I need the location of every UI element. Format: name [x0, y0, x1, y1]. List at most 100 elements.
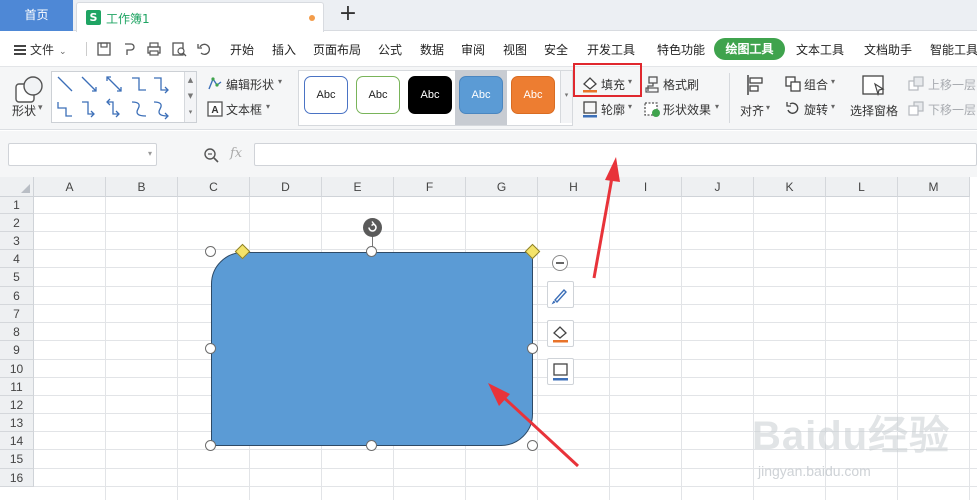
style-sample-3[interactable]: Abc — [408, 76, 452, 114]
column-header[interactable]: D — [250, 177, 322, 197]
column-header[interactable]: C — [178, 177, 250, 197]
selection-pane-button[interactable]: 选择窗格 — [850, 102, 898, 119]
gallery-scrollbar[interactable]: ▲ ▼ ▾ — [184, 72, 196, 122]
column-header[interactable]: F — [394, 177, 466, 197]
row-header[interactable]: 8 — [0, 323, 34, 341]
scroll-up-icon[interactable]: ▲ — [185, 72, 196, 88]
shape-effects-button[interactable]: 形状效果 — [663, 101, 711, 118]
align-icon[interactable] — [744, 73, 768, 97]
edit-shape-icon[interactable] — [206, 75, 224, 93]
gallery-more-icon[interactable]: ▾ — [185, 104, 196, 120]
send-backward-icon[interactable] — [907, 100, 925, 118]
menu-smart-tools[interactable]: 智能工具 — [930, 41, 977, 58]
chevron-down-icon[interactable]: ▾ — [831, 102, 835, 111]
menu-drawing-tools[interactable]: 绘图工具 — [714, 38, 785, 60]
column-header[interactable]: B — [106, 177, 178, 197]
style-sample-1[interactable]: Abc — [304, 76, 348, 114]
format-painter-icon[interactable] — [643, 75, 661, 93]
style-gallery-scrollbar[interactable]: ▾ — [560, 71, 572, 123]
resize-handle-bottom-right[interactable] — [527, 440, 538, 451]
line-gallery[interactable]: ▲ ▼ ▾ — [51, 71, 197, 123]
send-backward-button[interactable]: 下移一层 — [928, 101, 976, 118]
menu-developer[interactable]: 开发工具 — [587, 41, 635, 58]
tab-workbook[interactable]: S 工作簿1 — [76, 2, 324, 32]
text-box-icon[interactable]: A — [206, 100, 224, 118]
row-header[interactable]: 11 — [0, 378, 34, 396]
rounded-rectangle-shape[interactable] — [211, 252, 533, 446]
tab-home[interactable]: 首页 — [0, 0, 73, 31]
menu-home[interactable]: 开始 — [230, 41, 254, 58]
chevron-down-icon[interactable]: ▾ — [266, 102, 270, 111]
style-sample-2[interactable]: Abc — [356, 76, 400, 114]
style-sample-5[interactable]: Abc — [511, 76, 555, 114]
shapes-button-label[interactable]: 形状 — [12, 102, 36, 119]
row-header[interactable]: 9 — [0, 341, 34, 360]
column-header[interactable]: H — [538, 177, 610, 197]
style-gallery-more-icon[interactable]: ▾ — [561, 87, 572, 103]
menu-security[interactable]: 安全 — [544, 41, 568, 58]
style-sample-4[interactable]: Abc — [459, 76, 503, 114]
file-menu[interactable]: 文件 ⌄ — [14, 41, 67, 57]
group-button[interactable]: 组合 — [804, 76, 828, 93]
menu-view[interactable]: 视图 — [503, 41, 527, 58]
formula-input[interactable] — [254, 143, 977, 166]
column-header[interactable]: J — [682, 177, 754, 197]
shape-style-button[interactable] — [547, 281, 574, 308]
new-tab-button[interactable]: + — [336, 3, 360, 27]
chevron-down-icon[interactable]: ▾ — [766, 103, 770, 112]
shape-outline-button[interactable] — [547, 358, 574, 385]
save-icon[interactable] — [96, 41, 112, 57]
chevron-down-icon[interactable]: ▾ — [628, 102, 632, 111]
edit-shape-button[interactable]: 编辑形状 — [226, 76, 274, 93]
chevron-down-icon[interactable]: ▾ — [38, 103, 43, 113]
column-header[interactable]: G — [466, 177, 538, 197]
print-preview-icon[interactable] — [171, 41, 187, 57]
select-all-corner[interactable] — [0, 177, 34, 197]
shapes-icon[interactable] — [14, 75, 44, 105]
row-header[interactable]: 4 — [0, 250, 34, 268]
menu-text-tools[interactable]: 文本工具 — [796, 41, 844, 58]
menu-insert[interactable]: 插入 — [272, 41, 296, 58]
row-header[interactable]: 6 — [0, 287, 34, 305]
shape-fill-button[interactable] — [547, 320, 574, 347]
row-header[interactable]: 14 — [0, 432, 34, 450]
rotate-handle-icon[interactable] — [363, 218, 382, 237]
chevron-down-icon[interactable]: ▾ — [148, 149, 152, 158]
menu-data[interactable]: 数据 — [420, 41, 444, 58]
zoom-search-icon[interactable] — [203, 147, 219, 163]
name-box[interactable]: ▾ — [8, 143, 157, 166]
collapse-toolbar-icon[interactable] — [552, 255, 568, 271]
chevron-down-icon[interactable]: ▾ — [715, 102, 719, 111]
undo-icon[interactable] — [196, 41, 212, 57]
shape-effects-icon[interactable] — [643, 100, 661, 118]
group-icon[interactable] — [784, 75, 802, 93]
menu-formulas[interactable]: 公式 — [378, 41, 402, 58]
row-header[interactable]: 2 — [0, 214, 34, 232]
column-header[interactable]: A — [34, 177, 106, 197]
row-header[interactable]: 15 — [0, 450, 34, 469]
menu-special-features[interactable]: 特色功能 — [657, 41, 705, 58]
output-pdf-icon[interactable] — [121, 41, 137, 57]
column-header[interactable]: E — [322, 177, 394, 197]
column-header[interactable]: L — [826, 177, 898, 197]
column-header[interactable]: M — [898, 177, 970, 197]
row-header[interactable]: 5 — [0, 268, 34, 287]
menu-doc-assistant[interactable]: 文档助手 — [864, 41, 912, 58]
resize-handle-bottom[interactable] — [366, 440, 377, 451]
row-header[interactable]: 1 — [0, 197, 34, 214]
row-header[interactable]: 16 — [0, 469, 34, 487]
chevron-down-icon[interactable]: ▾ — [831, 77, 835, 86]
align-button[interactable]: 对齐 — [740, 102, 764, 119]
format-painter-button[interactable]: 格式刷 — [663, 76, 699, 93]
selection-pane-icon[interactable] — [861, 73, 887, 99]
bring-forward-icon[interactable] — [907, 75, 925, 93]
row-header[interactable]: 3 — [0, 232, 34, 250]
row-header[interactable]: 12 — [0, 396, 34, 414]
rotate-icon[interactable] — [784, 100, 802, 118]
scroll-down-icon[interactable]: ▼ — [185, 88, 196, 104]
menu-review[interactable]: 审阅 — [461, 41, 485, 58]
resize-handle-right[interactable] — [527, 343, 538, 354]
chevron-down-icon[interactable]: ▾ — [278, 77, 282, 86]
resize-handle-top-left[interactable] — [205, 246, 216, 257]
resize-handle-left[interactable] — [205, 343, 216, 354]
